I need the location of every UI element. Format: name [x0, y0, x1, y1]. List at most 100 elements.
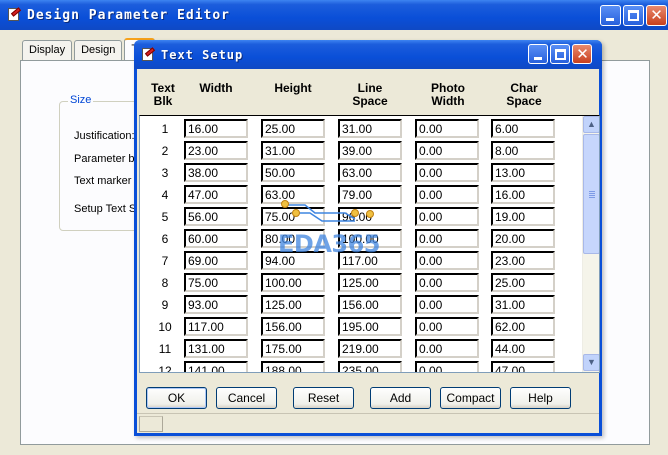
height-field[interactable]: 31.00: [261, 141, 325, 160]
width-field[interactable]: 69.00: [184, 251, 248, 270]
height-field[interactable]: 50.00: [261, 163, 325, 182]
line-space-field[interactable]: 195.00: [338, 317, 402, 336]
char-space-field[interactable]: 31.00: [491, 295, 555, 314]
char-space-field[interactable]: 13.00: [491, 163, 555, 182]
minimize-icon: [534, 57, 542, 60]
text-marker-label: Text marker s: [74, 175, 141, 187]
minimize-button[interactable]: [600, 5, 621, 26]
height-field[interactable]: 63.00: [261, 185, 325, 204]
tab-display[interactable]: Display: [22, 40, 73, 60]
char-space-field[interactable]: 62.00: [491, 317, 555, 336]
height-field[interactable]: 188.00: [261, 361, 325, 372]
char-space-field[interactable]: 16.00: [491, 185, 555, 204]
dialog-maximize-button[interactable]: [550, 44, 570, 64]
scroll-up-icon[interactable]: ▲: [583, 116, 599, 133]
width-field[interactable]: 38.00: [184, 163, 248, 182]
width-field[interactable]: 141.00: [184, 361, 248, 372]
column-headers: Text Blk Width Height Line Space Photo W…: [139, 69, 600, 115]
line-space-field[interactable]: 39.00: [338, 141, 402, 160]
dialog-status-bar: [137, 413, 599, 433]
dialog-minimize-button[interactable]: [528, 44, 548, 64]
maximize-icon: [628, 10, 639, 21]
height-field[interactable]: 75.00: [261, 207, 325, 226]
close-button[interactable]: ✕: [646, 5, 667, 26]
row-number: 7: [161, 254, 169, 268]
photo-width-field[interactable]: 0.00: [415, 295, 479, 314]
row-number: 8: [161, 276, 169, 290]
row-number: 1: [161, 122, 169, 136]
tab-design[interactable]: Design: [74, 40, 123, 60]
col-header-width: Width: [199, 81, 233, 95]
char-space-field[interactable]: 44.00: [491, 339, 555, 358]
scroll-down-icon[interactable]: ▼: [583, 354, 599, 371]
line-space-field[interactable]: 235.00: [338, 361, 402, 372]
dialog-title-bar[interactable]: Text Setup ✕: [134, 40, 602, 69]
line-space-field[interactable]: 31.00: [338, 119, 402, 138]
width-field[interactable]: 56.00: [184, 207, 248, 226]
line-space-field[interactable]: 96.00: [338, 207, 402, 226]
row-number: 3: [161, 166, 169, 180]
main-title-bar[interactable]: Design Parameter Editor ✕: [0, 0, 668, 30]
row-number: 10: [158, 320, 172, 334]
width-field[interactable]: 75.00: [184, 273, 248, 292]
col-header-height: Height: [274, 81, 312, 95]
photo-width-field[interactable]: 0.00: [415, 163, 479, 182]
row-number: 12: [158, 364, 172, 373]
line-space-field[interactable]: 219.00: [338, 339, 402, 358]
line-space-field[interactable]: 79.00: [338, 185, 402, 204]
line-space-field[interactable]: 125.00: [338, 273, 402, 292]
height-field[interactable]: 100.00: [261, 273, 325, 292]
dialog-close-button[interactable]: ✕: [572, 44, 592, 64]
height-field[interactable]: 25.00: [261, 119, 325, 138]
line-space-field[interactable]: 63.00: [338, 163, 402, 182]
justification-label: Justification:: [74, 130, 135, 142]
width-field[interactable]: 93.00: [184, 295, 248, 314]
width-field[interactable]: 117.00: [184, 317, 248, 336]
parameter-block-label: Parameter blo: [74, 153, 144, 165]
row-number: 9: [161, 298, 169, 312]
reset-button[interactable]: Reset: [293, 387, 354, 409]
photo-width-field[interactable]: 0.00: [415, 119, 479, 138]
photo-width-field[interactable]: 0.00: [415, 339, 479, 358]
photo-width-field[interactable]: 0.00: [415, 229, 479, 248]
maximize-button[interactable]: [623, 5, 644, 26]
width-field[interactable]: 131.00: [184, 339, 248, 358]
char-space-field[interactable]: 23.00: [491, 251, 555, 270]
char-space-field[interactable]: 20.00: [491, 229, 555, 248]
compact-button[interactable]: Compact: [440, 387, 501, 409]
char-space-field[interactable]: 47.00: [491, 361, 555, 372]
char-space-field[interactable]: 6.00: [491, 119, 555, 138]
add-button[interactable]: Add: [370, 387, 431, 409]
table-row: 10 117.00 156.00 195.00 0.00 62.00: [140, 316, 580, 338]
maximize-icon: [555, 49, 566, 60]
width-field[interactable]: 60.00: [184, 229, 248, 248]
cancel-button[interactable]: Cancel: [216, 387, 277, 409]
scrollbar-thumb[interactable]: [583, 134, 599, 254]
height-field[interactable]: 175.00: [261, 339, 325, 358]
watermark-text: EDA365: [278, 230, 381, 258]
photo-width-field[interactable]: 0.00: [415, 185, 479, 204]
close-icon: ✕: [650, 6, 663, 24]
dialog-app-icon: [140, 46, 156, 63]
ok-button[interactable]: OK: [146, 387, 207, 409]
char-space-field[interactable]: 25.00: [491, 273, 555, 292]
photo-width-field[interactable]: 0.00: [415, 361, 479, 372]
char-space-field[interactable]: 8.00: [491, 141, 555, 160]
height-field[interactable]: 125.00: [261, 295, 325, 314]
dialog-title: Text Setup: [161, 47, 244, 62]
main-window-title: Design Parameter Editor: [27, 7, 231, 23]
line-space-field[interactable]: 156.00: [338, 295, 402, 314]
height-field[interactable]: 156.00: [261, 317, 325, 336]
vertical-scrollbar[interactable]: ▲ ▼: [582, 116, 599, 372]
photo-width-field[interactable]: 0.00: [415, 207, 479, 226]
char-space-field[interactable]: 19.00: [491, 207, 555, 226]
width-field[interactable]: 47.00: [184, 185, 248, 204]
photo-width-field[interactable]: 0.00: [415, 141, 479, 160]
photo-width-field[interactable]: 0.00: [415, 273, 479, 292]
table-row: 4 47.00 63.00 79.00 0.00 16.00: [140, 184, 580, 206]
width-field[interactable]: 23.00: [184, 141, 248, 160]
photo-width-field[interactable]: 0.00: [415, 251, 479, 270]
help-button[interactable]: Help: [510, 387, 571, 409]
width-field[interactable]: 16.00: [184, 119, 248, 138]
photo-width-field[interactable]: 0.00: [415, 317, 479, 336]
